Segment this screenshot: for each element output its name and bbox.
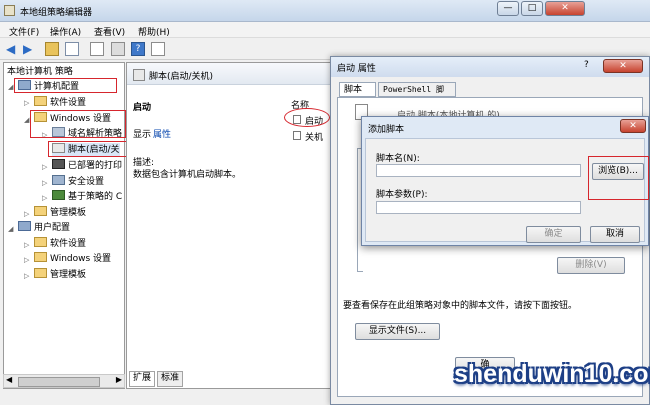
properties-link[interactable]: 属性 bbox=[153, 127, 171, 140]
menu-bar: 文件(F) 操作(A) 查看(V) 帮助(H) bbox=[0, 22, 650, 38]
scroll-left-icon[interactable]: ◀ bbox=[6, 375, 12, 384]
security-icon bbox=[52, 175, 65, 185]
user-windows-label: Windows 设置 bbox=[50, 254, 112, 264]
tab-scripts[interactable]: 脚本 bbox=[339, 82, 376, 97]
tab-powershell-scripts[interactable]: PowerShell 脚本 bbox=[378, 82, 456, 108]
properties-icon[interactable] bbox=[90, 42, 104, 56]
show-files-button[interactable]: 显示文件(S)... bbox=[355, 323, 440, 340]
list-item-shutdown[interactable]: 关机 bbox=[293, 129, 333, 143]
tree-qos[interactable]: 基于策略的 C bbox=[52, 190, 122, 203]
user-config-label: 用户配置 bbox=[34, 223, 71, 233]
highlight-windows-settings bbox=[30, 110, 126, 138]
expand-arrow-icon[interactable]: ▷ bbox=[24, 256, 29, 264]
collapse-arrow-icon[interactable]: ◢ bbox=[24, 116, 29, 124]
tree-user-admin[interactable]: 管理模板 bbox=[34, 268, 86, 281]
close-button[interactable]: ✕ bbox=[545, 1, 585, 16]
properties-title: 启动 属性 bbox=[337, 64, 376, 74]
properties-close-button[interactable]: ✕ bbox=[603, 59, 643, 73]
content-header-title: 脚本(启动/关机) bbox=[149, 72, 214, 82]
add-script-cancel-button[interactable]: 取消 bbox=[590, 226, 640, 243]
maximize-button[interactable]: □ bbox=[521, 1, 543, 16]
folder-icon bbox=[34, 96, 47, 106]
qos-label: 基于策略的 C bbox=[68, 192, 123, 202]
collapse-arrow-icon[interactable]: ◢ bbox=[8, 83, 13, 91]
back-icon[interactable]: ◀ bbox=[6, 42, 20, 56]
collapse-arrow-icon[interactable]: ◢ bbox=[8, 225, 13, 233]
printers-label: 已部署的打印 bbox=[68, 161, 123, 171]
script-name-label: 脚本名(N): bbox=[376, 154, 420, 164]
tree-root-label: 本地计算机 策略 bbox=[7, 67, 73, 77]
tree-user-software[interactable]: 软件设置 bbox=[34, 237, 86, 250]
properties-titlebar: 启动 属性 ? ✕ bbox=[331, 57, 649, 77]
add-script-close-button[interactable]: ✕ bbox=[620, 119, 646, 133]
expand-arrow-icon[interactable]: ▷ bbox=[24, 210, 29, 218]
highlight-startup-item bbox=[284, 108, 330, 127]
script-name-input[interactable] bbox=[376, 164, 581, 177]
show-tree-icon[interactable] bbox=[65, 42, 79, 56]
folder-icon bbox=[34, 268, 47, 278]
menu-help[interactable]: 帮助(H) bbox=[138, 25, 170, 38]
help-icon[interactable]: ? bbox=[584, 60, 589, 70]
expand-arrow-icon[interactable]: ▷ bbox=[24, 272, 29, 280]
export-icon[interactable] bbox=[111, 42, 125, 56]
highlight-scripts bbox=[48, 141, 134, 157]
software-settings-label: 软件设置 bbox=[50, 98, 87, 108]
site-watermark: shenduwin10.com bbox=[454, 360, 650, 388]
tree-software-settings[interactable]: 软件设置 bbox=[34, 96, 86, 109]
display-label: 显示 bbox=[133, 130, 152, 140]
tree-user-windows[interactable]: Windows 设置 bbox=[34, 252, 111, 265]
expand-arrow-icon[interactable]: ▷ bbox=[24, 99, 29, 107]
user-icon bbox=[18, 221, 31, 231]
tree-horizontal-scrollbar[interactable]: ◀ ▶ bbox=[3, 374, 125, 388]
minimize-button[interactable]: — bbox=[497, 1, 519, 16]
printer-icon bbox=[52, 159, 65, 169]
window-title: 本地组策略编辑器 bbox=[20, 8, 93, 18]
up-folder-icon[interactable] bbox=[45, 42, 59, 56]
expand-arrow-icon[interactable]: ▷ bbox=[42, 194, 47, 202]
expand-arrow-icon[interactable]: ▷ bbox=[42, 179, 47, 187]
tab-extended[interactable]: 扩展 bbox=[129, 371, 156, 387]
help-icon[interactable]: ? bbox=[131, 42, 145, 56]
tree-security[interactable]: 安全设置 bbox=[52, 175, 104, 188]
scroll-right-icon[interactable]: ▶ bbox=[116, 375, 122, 384]
tree-admin-templates[interactable]: 管理模板 bbox=[34, 206, 86, 219]
folder-icon bbox=[34, 237, 47, 247]
window-titlebar: 本地组策略编辑器 — □ ✕ bbox=[0, 0, 650, 22]
description-text: 数据包含计算机启动脚本。 bbox=[133, 170, 242, 180]
scroll-thumb[interactable] bbox=[18, 377, 100, 387]
user-software-label: 软件设置 bbox=[50, 239, 87, 249]
tab-standard[interactable]: 标准 bbox=[157, 371, 184, 387]
admin-templates-label: 管理模板 bbox=[50, 208, 87, 218]
view-tabs: 扩展 标准 bbox=[127, 370, 187, 387]
tree-user-config[interactable]: 用户配置 bbox=[18, 221, 70, 234]
highlight-computer-config bbox=[14, 78, 117, 93]
expand-arrow-icon[interactable]: ▷ bbox=[24, 241, 29, 249]
chart-icon bbox=[52, 190, 65, 200]
script-params-input[interactable] bbox=[376, 201, 581, 214]
forward-icon[interactable]: ▶ bbox=[23, 42, 37, 56]
menu-file[interactable]: 文件(F) bbox=[9, 25, 39, 38]
section-title: 启动 bbox=[133, 103, 152, 113]
script-params-label: 脚本参数(P): bbox=[376, 190, 428, 200]
highlight-browse-button bbox=[588, 156, 649, 200]
delete-button[interactable]: 删除(V) bbox=[557, 257, 625, 274]
list-item-label: 关机 bbox=[305, 133, 324, 143]
content-header: 脚本(启动/关机) bbox=[127, 63, 352, 85]
menu-action[interactable]: 操作(A) bbox=[50, 25, 81, 38]
policy-editor-icon bbox=[4, 5, 15, 16]
script-icon bbox=[293, 131, 301, 140]
add-script-ok-button[interactable]: 确定 bbox=[526, 226, 581, 243]
expand-arrow-icon[interactable]: ▷ bbox=[42, 163, 47, 171]
menu-view[interactable]: 查看(V) bbox=[94, 25, 125, 38]
folder-icon bbox=[34, 206, 47, 216]
add-script-title: 添加脚本 bbox=[368, 125, 405, 135]
user-admin-label: 管理模板 bbox=[50, 270, 87, 280]
tree-printers[interactable]: 已部署的打印 bbox=[52, 159, 122, 172]
security-label: 安全设置 bbox=[68, 177, 105, 187]
script-icon bbox=[133, 69, 145, 81]
folder-icon bbox=[34, 252, 47, 262]
show-files-hint: 要查看保存在此组策略对象中的脚本文件，请按下面按钮。 bbox=[343, 301, 578, 311]
view-icon[interactable] bbox=[151, 42, 165, 56]
